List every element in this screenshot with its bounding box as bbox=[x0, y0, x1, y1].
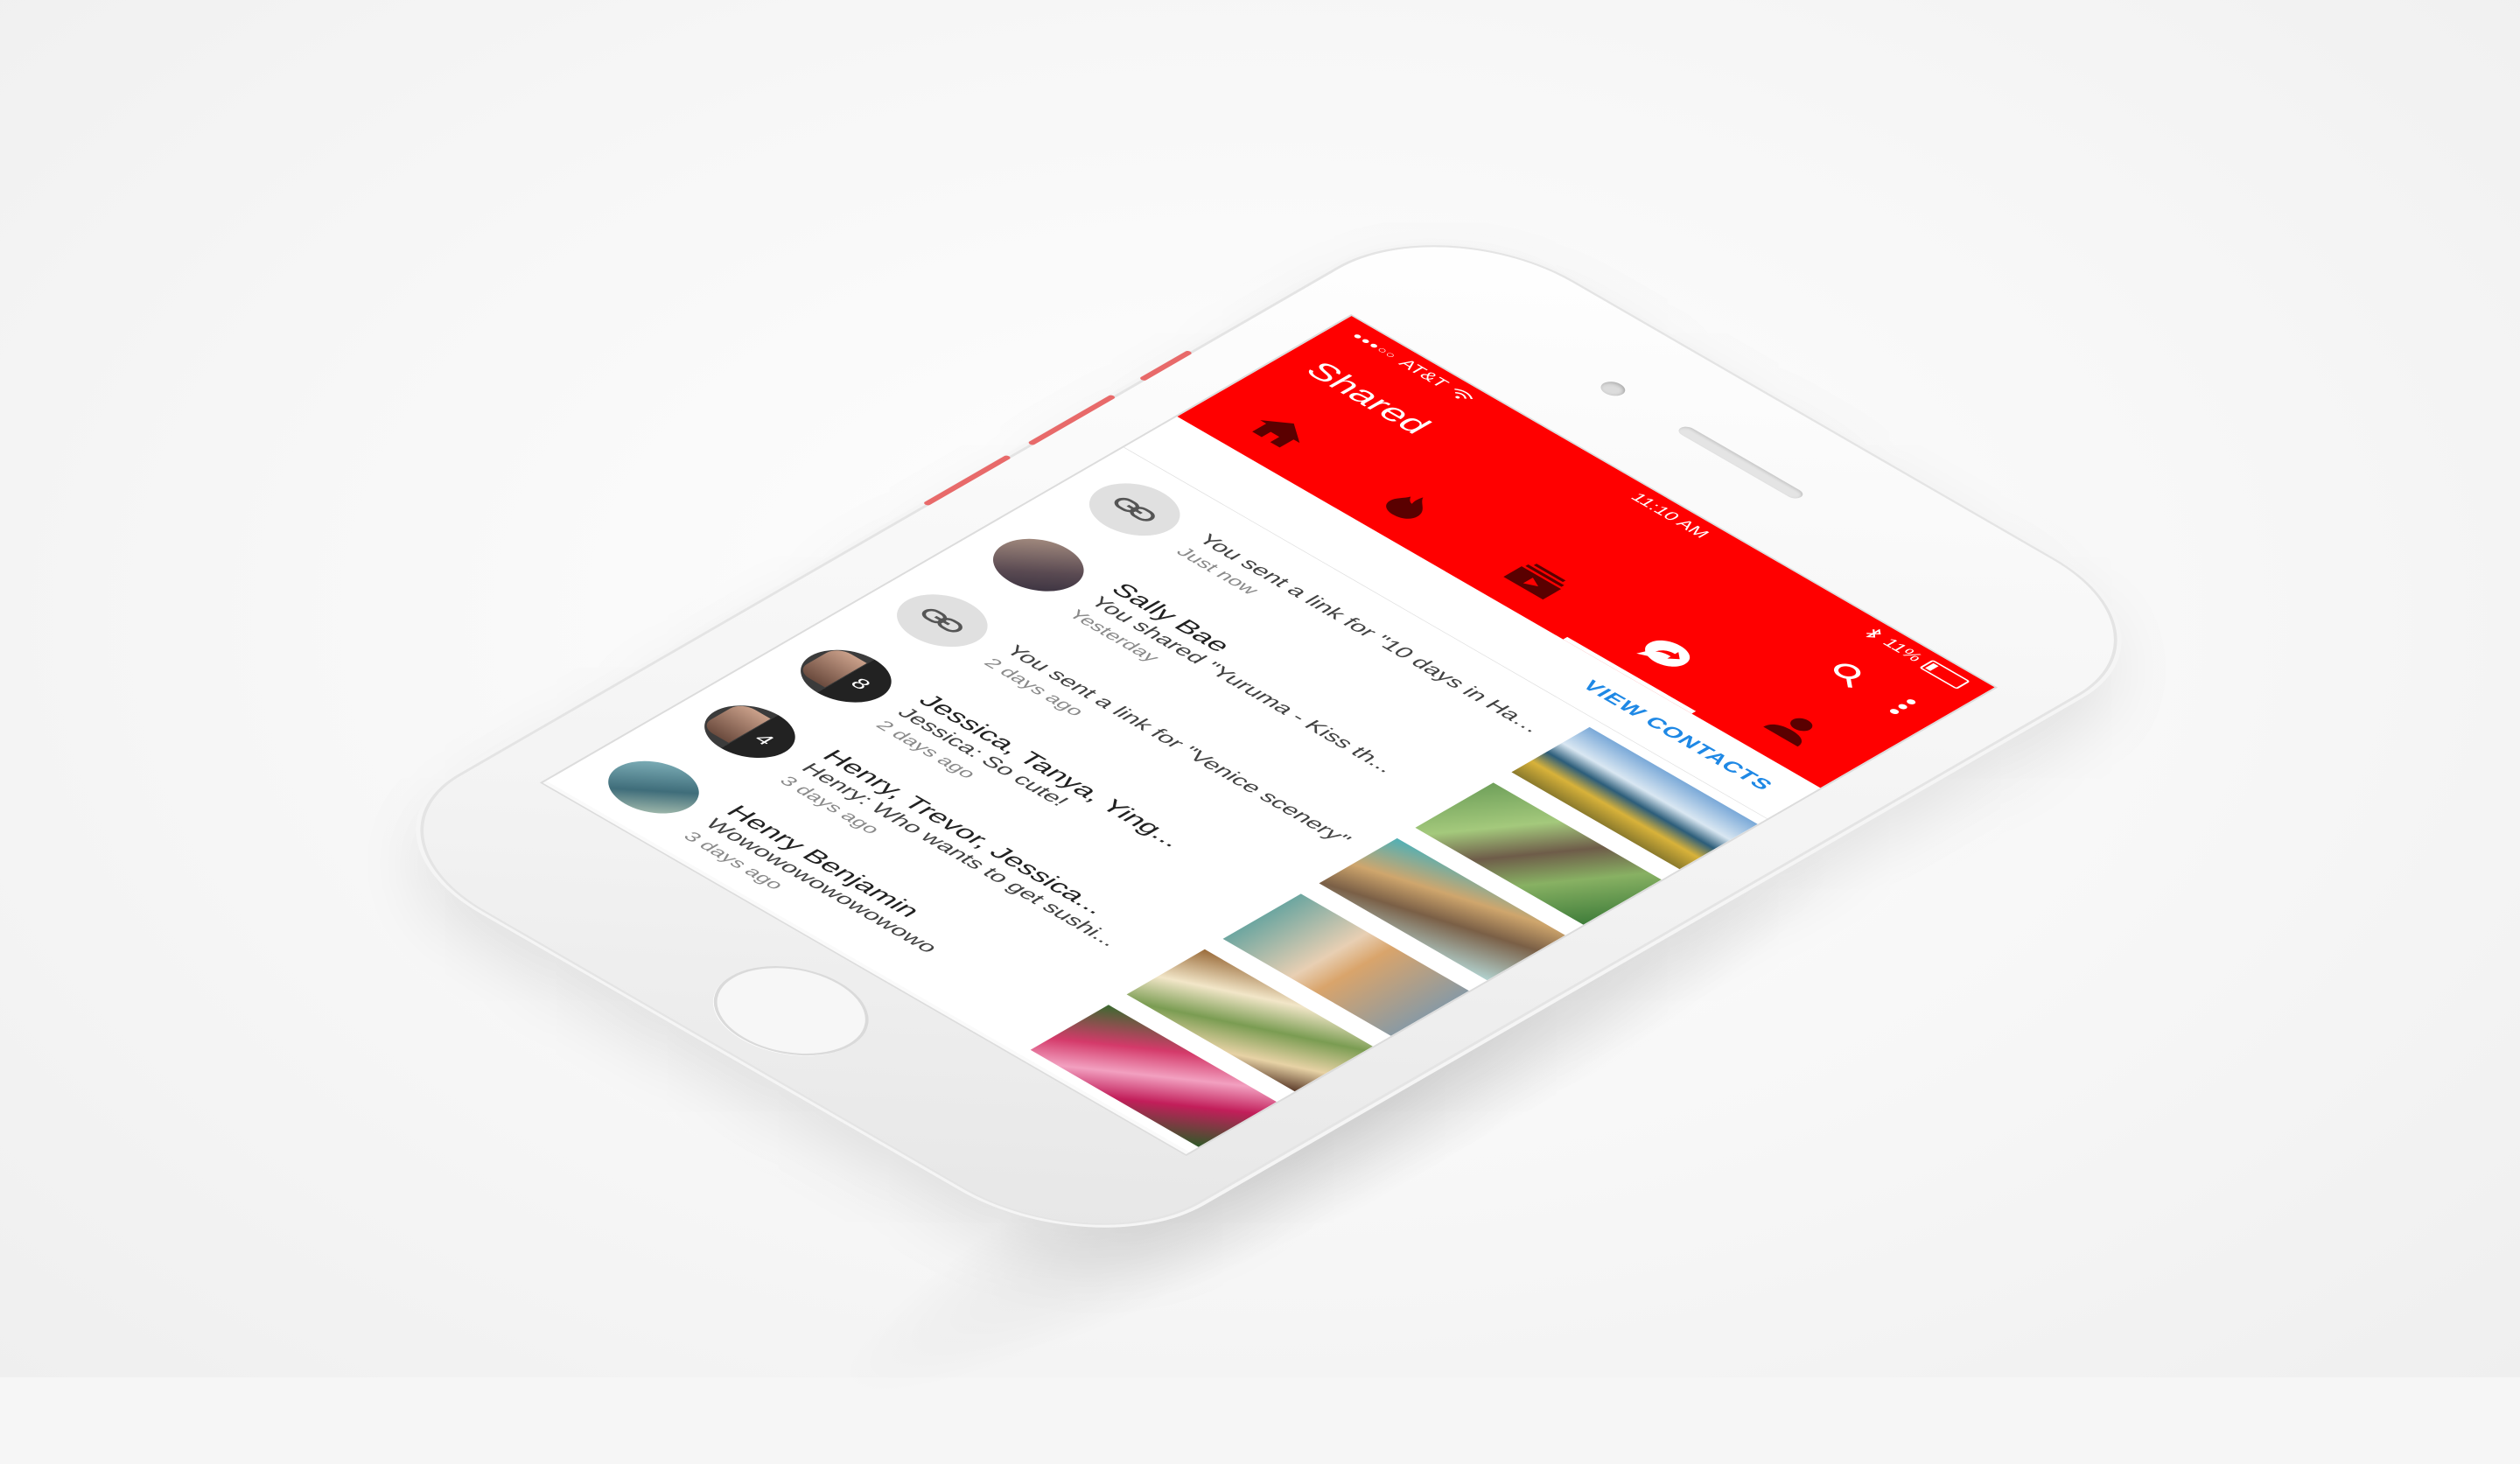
avatar bbox=[590, 750, 718, 824]
background: ●●●○○ AT&T 11:10 AM 11% Shared VIEW CONT… bbox=[0, 0, 2520, 1464]
group-count: 8 bbox=[844, 675, 876, 693]
group-avatar: 4 bbox=[686, 695, 814, 769]
trending-icon bbox=[1386, 496, 1424, 519]
avatar bbox=[974, 528, 1102, 602]
subscriptions-icon bbox=[1503, 564, 1566, 600]
link-icon bbox=[921, 608, 962, 633]
more-vert-icon[interactable] bbox=[1885, 697, 1920, 717]
wifi-icon bbox=[1454, 388, 1474, 399]
group-count: 4 bbox=[749, 731, 780, 749]
bluetooth-icon bbox=[1866, 628, 1881, 638]
group-avatar: 8 bbox=[782, 639, 910, 713]
avatar bbox=[1070, 473, 1199, 547]
phone-mockup: ●●●○○ AT&T 11:10 AM 11% Shared VIEW CONT… bbox=[356, 207, 2181, 1263]
link-icon bbox=[1114, 497, 1155, 522]
account-icon bbox=[1763, 718, 1813, 747]
shared-icon bbox=[1636, 640, 1690, 667]
search-icon[interactable] bbox=[1820, 659, 1876, 691]
avatar bbox=[878, 584, 1006, 658]
home-icon bbox=[1252, 420, 1300, 448]
